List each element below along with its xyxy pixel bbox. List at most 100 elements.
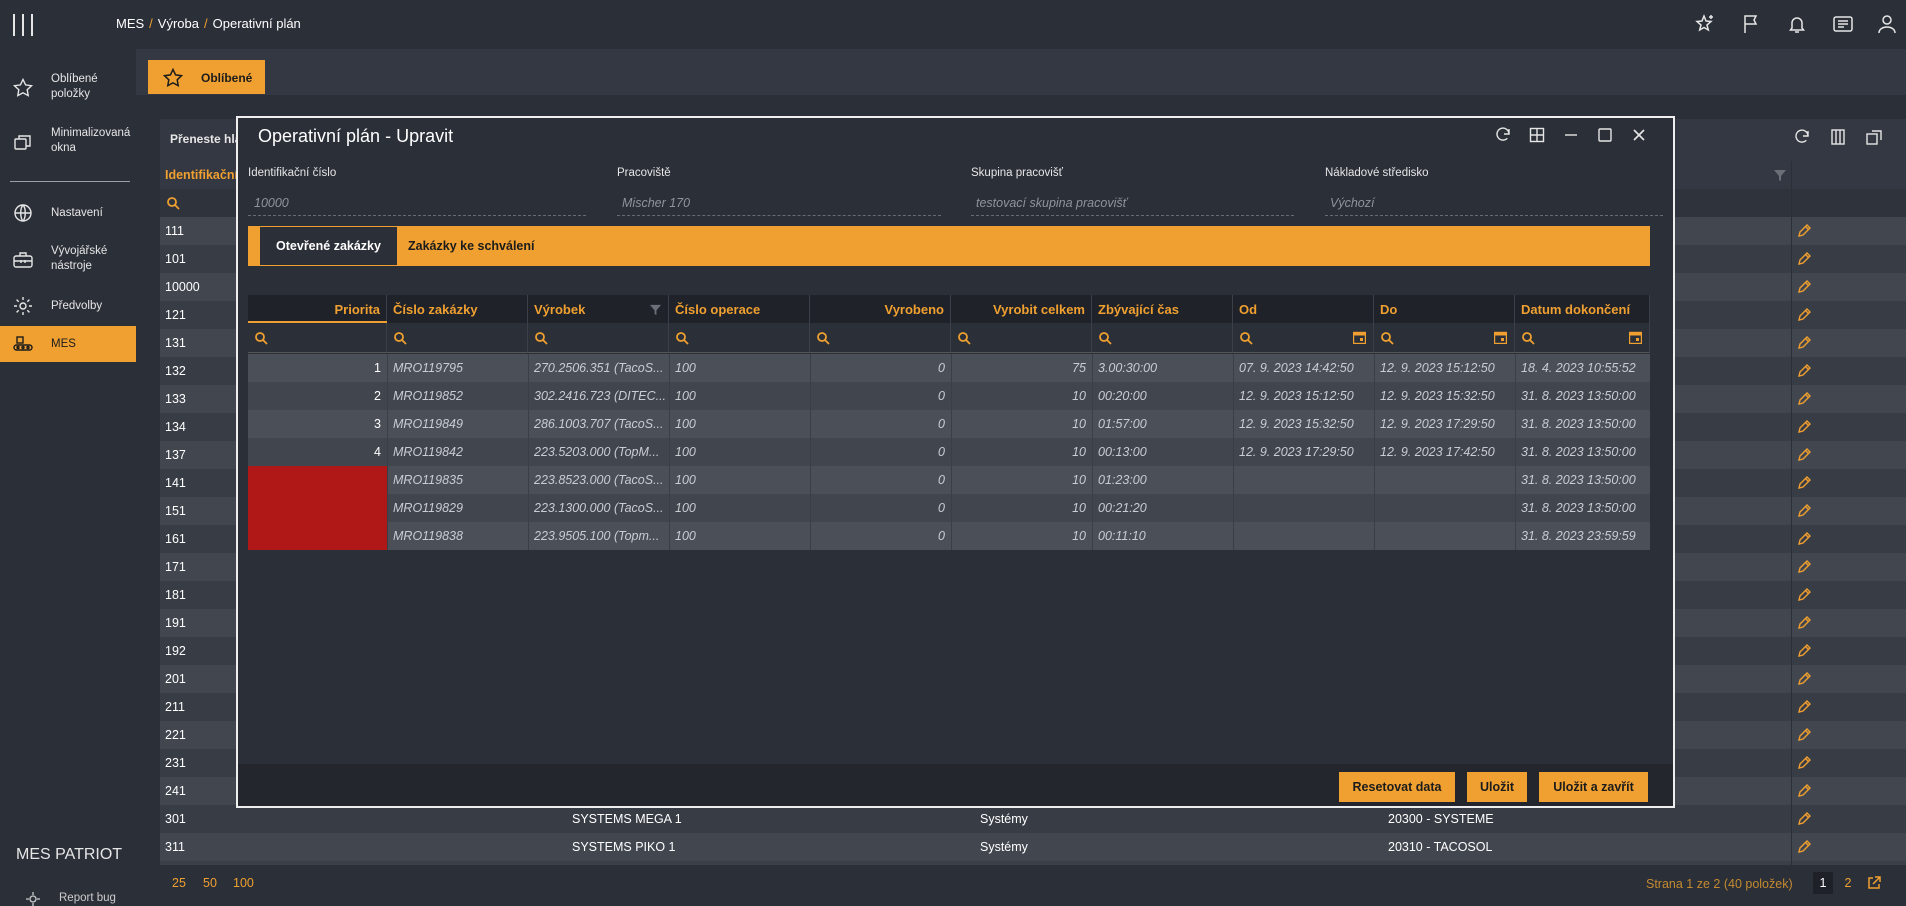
field-value-id[interactable]: 10000 (254, 196, 289, 210)
page-size-option[interactable]: 50 (203, 876, 217, 890)
field-value-workplace[interactable]: Mischer 170 (622, 196, 690, 210)
save-and-close-button[interactable]: Uložit a zavřít (1539, 772, 1648, 802)
news-icon[interactable] (1832, 13, 1854, 35)
filter-cell[interactable] (248, 323, 387, 353)
filter-cell[interactable] (1092, 323, 1233, 353)
column-header[interactable]: Vyrobeno (810, 295, 951, 323)
field-value-cost-center[interactable]: Výchozí (1330, 196, 1374, 210)
bell-icon[interactable] (1786, 13, 1808, 35)
calendar-icon[interactable] (1494, 331, 1507, 344)
edit-pencil-icon[interactable] (1796, 363, 1812, 379)
edit-pencil-icon[interactable] (1796, 419, 1812, 435)
search-icon[interactable] (254, 331, 268, 345)
column-header[interactable]: Do (1374, 295, 1515, 323)
field-value-workplace-group[interactable]: testovací skupina pracovišť (976, 196, 1127, 210)
edit-pencil-icon[interactable] (1796, 559, 1812, 575)
column-header[interactable]: Vyrobit celkem (951, 295, 1092, 323)
search-icon[interactable] (1239, 331, 1253, 345)
table-row[interactable]: MRO119835 223.8523.000 (TacoS... 100 0 10 01:… (248, 466, 1650, 494)
column-header[interactable]: Od (1233, 295, 1374, 323)
table-row[interactable]: MRO119829 223.1300.000 (TacoS... 100 0 10 00:… (248, 494, 1650, 522)
search-icon[interactable] (393, 331, 407, 345)
edit-pencil-icon[interactable] (1796, 755, 1812, 771)
page-button-2[interactable]: 2 (1840, 872, 1856, 894)
column-header[interactable]: Číslo zakázky (387, 295, 528, 323)
filter-cell[interactable] (810, 323, 951, 353)
edit-pencil-icon[interactable] (1796, 503, 1812, 519)
table-row[interactable]: 3 MRO119849 286.1003.707 (TacoS... 100 0 10 01… (248, 410, 1650, 438)
maximize-icon[interactable] (1596, 126, 1614, 144)
export-icon[interactable] (1865, 128, 1883, 146)
table-row[interactable]: 301 SYSTEMS MEGA 1 Systémy 20300 - SYSTEME (160, 805, 1906, 833)
sidebar-item-minimized-windows[interactable]: Minimalizovaná okna (0, 124, 136, 160)
calendar-icon[interactable] (1629, 331, 1642, 344)
user-icon[interactable] (1876, 13, 1898, 35)
filter-cell[interactable] (387, 323, 528, 353)
search-icon[interactable] (675, 331, 689, 345)
sparkle-star-icon[interactable] (1694, 13, 1716, 35)
edit-pencil-icon[interactable] (1796, 727, 1812, 743)
sidebar-item-preferences[interactable]: Předvolby (0, 293, 136, 319)
edit-pencil-icon[interactable] (1796, 587, 1812, 603)
table-row[interactable]: MRO119838 223.9505.100 (Topm... 100 0 10 00:1… (248, 522, 1650, 550)
refresh-icon[interactable] (1793, 128, 1811, 146)
refresh-icon[interactable] (1494, 126, 1512, 144)
table-row[interactable]: 2 MRO119852 302.2416.723 (DITEC... 100 0 10 00… (248, 382, 1650, 410)
tab-open-orders[interactable]: Otevřené zakázky (260, 227, 397, 265)
filter-cell[interactable] (1374, 323, 1515, 353)
close-icon[interactable] (1630, 126, 1648, 144)
search-icon[interactable] (816, 331, 830, 345)
breadcrumb-item[interactable]: MES (116, 16, 144, 31)
edit-pencil-icon[interactable] (1796, 335, 1812, 351)
edit-pencil-icon[interactable] (1796, 615, 1812, 631)
filter-cell[interactable] (1233, 323, 1374, 353)
filter-icon[interactable] (649, 303, 662, 316)
edit-pencil-icon[interactable] (1796, 783, 1812, 799)
minimize-icon[interactable] (1562, 126, 1580, 144)
search-icon[interactable] (1098, 331, 1112, 345)
edit-pencil-icon[interactable] (1796, 531, 1812, 547)
edit-pencil-icon[interactable] (1796, 475, 1812, 491)
page-size-option[interactable]: 100 (233, 876, 254, 890)
favorites-button[interactable]: Oblíbené (148, 60, 265, 94)
search-icon[interactable] (957, 331, 971, 345)
flag-icon[interactable] (1740, 13, 1762, 35)
reset-data-button[interactable]: Resetovat data (1339, 772, 1455, 802)
table-row[interactable]: 311 SYSTEMS PIKO 1 Systémy 20310 - TACOSOL (160, 833, 1906, 861)
column-header[interactable]: Priorita (248, 295, 387, 323)
filter-cell[interactable] (669, 323, 810, 353)
search-icon[interactable] (1380, 331, 1394, 345)
tab-orders-for-approval[interactable]: Zakázky ke schválení (408, 239, 534, 253)
table-row[interactable]: 4 MRO119842 223.5203.000 (TopM... 100 0 10 00:… (248, 438, 1650, 466)
filter-cell[interactable] (528, 323, 669, 353)
search-icon[interactable] (1521, 331, 1535, 345)
edit-pencil-icon[interactable] (1796, 811, 1812, 827)
edit-pencil-icon[interactable] (1796, 279, 1812, 295)
menu-icon[interactable] (13, 14, 33, 36)
sidebar-item-favorites[interactable]: Oblíbené položky (0, 70, 136, 106)
edit-pencil-icon[interactable] (1796, 699, 1812, 715)
edit-pencil-icon[interactable] (1796, 671, 1812, 687)
filter-icon[interactable] (1773, 168, 1787, 182)
column-header[interactable]: Datum dokončení (1515, 295, 1650, 323)
report-bug-link[interactable]: Report bug (59, 892, 116, 904)
sidebar-item-dev-tools[interactable]: Vývojářské nástroje (0, 242, 136, 278)
calendar-icon[interactable] (1353, 331, 1366, 344)
edit-pencil-icon[interactable] (1796, 447, 1812, 463)
sidebar-item-settings[interactable]: Nastavení (0, 200, 136, 226)
table-row[interactable]: 1 MRO119795 270.2506.351 (TacoS... 100 0 75 3.… (248, 354, 1650, 382)
external-link-icon[interactable] (1866, 875, 1882, 891)
column-header[interactable]: Zbývající čas (1092, 295, 1233, 323)
edit-pencil-icon[interactable] (1796, 643, 1812, 659)
page-size-option[interactable]: 25 (172, 876, 186, 890)
edit-pencil-icon[interactable] (1796, 223, 1812, 239)
page-button-1[interactable]: 1 (1813, 872, 1833, 894)
filter-cell[interactable] (1515, 323, 1650, 353)
search-icon[interactable] (534, 331, 548, 345)
edit-pencil-icon[interactable] (1796, 251, 1812, 267)
edit-pencil-icon[interactable] (1796, 391, 1812, 407)
column-header[interactable]: Číslo operace (669, 295, 810, 323)
edit-pencil-icon[interactable] (1796, 839, 1812, 855)
filter-cell[interactable] (951, 323, 1092, 353)
search-icon[interactable] (166, 196, 180, 210)
